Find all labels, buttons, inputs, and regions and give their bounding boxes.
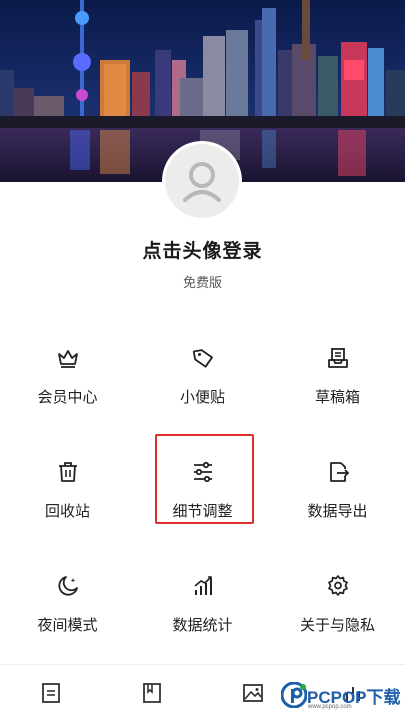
login-prompt[interactable]: 点击头像登录 xyxy=(0,236,405,263)
menu-item-night-mode[interactable]: 夜间模式 xyxy=(0,558,135,672)
menu-item-detail-adjust[interactable]: 细节调整 xyxy=(135,434,270,558)
draft-box-icon xyxy=(324,344,352,372)
watermark-logo: PCPOP下载 www.pcpop.com xyxy=(281,682,401,710)
edition-label: 免费版 xyxy=(182,276,222,291)
menu-item-label: 会员中心 xyxy=(37,388,98,406)
menu-grid: 会员中心 小便贴 草稿箱 回收站 细节调整 数据导出 夜间模式 数据统计 关于与… xyxy=(0,330,405,672)
avatar[interactable] xyxy=(162,141,242,221)
crown-icon xyxy=(54,344,82,372)
menu-item-sticky-note[interactable]: 小便贴 xyxy=(135,330,270,444)
menu-item-label: 回收站 xyxy=(44,502,90,520)
watermark-sub: www.pcpop.com xyxy=(308,704,352,710)
menu-item-label: 草稿箱 xyxy=(314,388,360,406)
stats-icon xyxy=(189,572,217,600)
moon-icon xyxy=(54,572,82,600)
menu-item-label: 夜间模式 xyxy=(37,616,98,634)
watermark-p-icon xyxy=(281,682,307,708)
menu-item-label: 关于与隐私 xyxy=(299,616,375,634)
avatar-placeholder xyxy=(165,144,239,218)
menu-item-about-privacy[interactable]: 关于与隐私 xyxy=(270,558,405,672)
trash-icon xyxy=(54,458,82,486)
user-icon xyxy=(183,162,221,202)
gear-icon xyxy=(324,572,352,600)
menu-item-label: 细节调整 xyxy=(172,502,233,520)
sliders-icon xyxy=(189,458,217,486)
menu-item-label: 小便贴 xyxy=(179,388,225,406)
notebook-icon[interactable] xyxy=(140,681,164,705)
menu-item-recycle-bin[interactable]: 回收站 xyxy=(0,444,135,558)
export-icon xyxy=(324,458,352,486)
menu-item-label: 数据导出 xyxy=(307,502,368,520)
menu-item-vip-center[interactable]: 会员中心 xyxy=(0,330,135,444)
tag-icon xyxy=(189,344,217,372)
menu-item-data-export[interactable]: 数据导出 xyxy=(270,444,405,558)
image-icon[interactable] xyxy=(241,681,265,705)
menu-item-label: 数据统计 xyxy=(172,616,233,634)
menu-item-statistics[interactable]: 数据统计 xyxy=(135,558,270,672)
menu-item-drafts[interactable]: 草稿箱 xyxy=(270,330,405,444)
document-icon[interactable] xyxy=(39,681,63,705)
